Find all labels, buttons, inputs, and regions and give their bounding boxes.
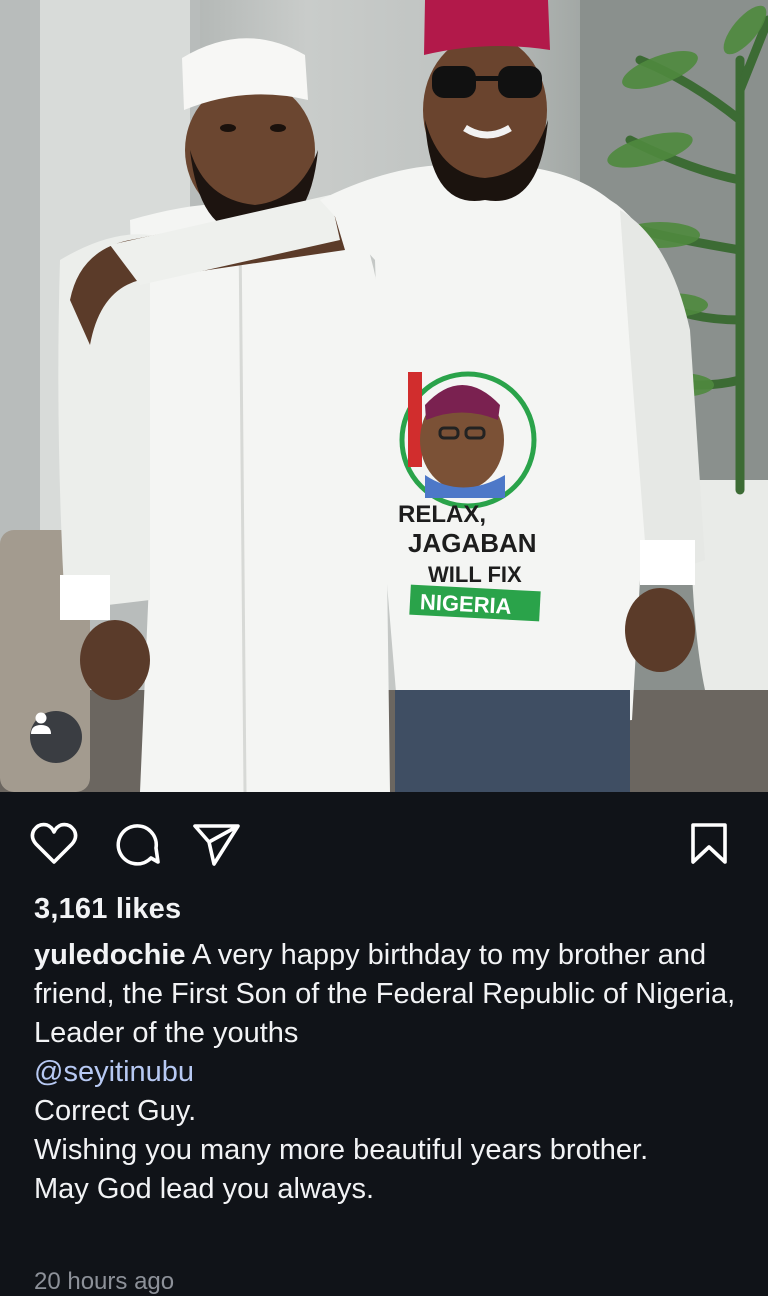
user-tag-icon[interactable] [30, 711, 82, 763]
comment-icon [116, 824, 160, 866]
caption-line-2: Correct Guy. [34, 1095, 197, 1127]
caption-username[interactable]: yuledochie [34, 939, 186, 971]
heart-icon [30, 822, 78, 864]
post-caption: yuledochie A very happy birthday to my b… [34, 936, 754, 1209]
save-button[interactable] [688, 822, 738, 866]
likes-count[interactable]: 3,161 likes [34, 893, 181, 926]
shirt-print-line1: RELAX, [398, 501, 486, 528]
caption-line-3: Wishing you many more beautiful years br… [34, 1134, 649, 1166]
shirt-print-line2: JAGABAN [408, 528, 537, 558]
post-photo[interactable]: RELAX, JAGABAN WILL FIX NIGERIA [0, 0, 768, 792]
shirt-print-line4: NIGERIA [419, 589, 512, 619]
send-icon [193, 824, 240, 866]
share-button[interactable] [192, 822, 242, 866]
comment-button[interactable] [112, 822, 162, 866]
post-timestamp: 20 hours ago [34, 1268, 175, 1295]
bookmark-icon [691, 823, 727, 864]
shirt-print-line3: WILL FIX [428, 562, 522, 587]
like-button[interactable] [29, 822, 79, 866]
caption-line-4: May God lead you always. [34, 1173, 375, 1205]
caption-mention[interactable]: @seyitinubu [34, 1056, 194, 1088]
photo-illustration: RELAX, JAGABAN WILL FIX NIGERIA [0, 0, 768, 792]
